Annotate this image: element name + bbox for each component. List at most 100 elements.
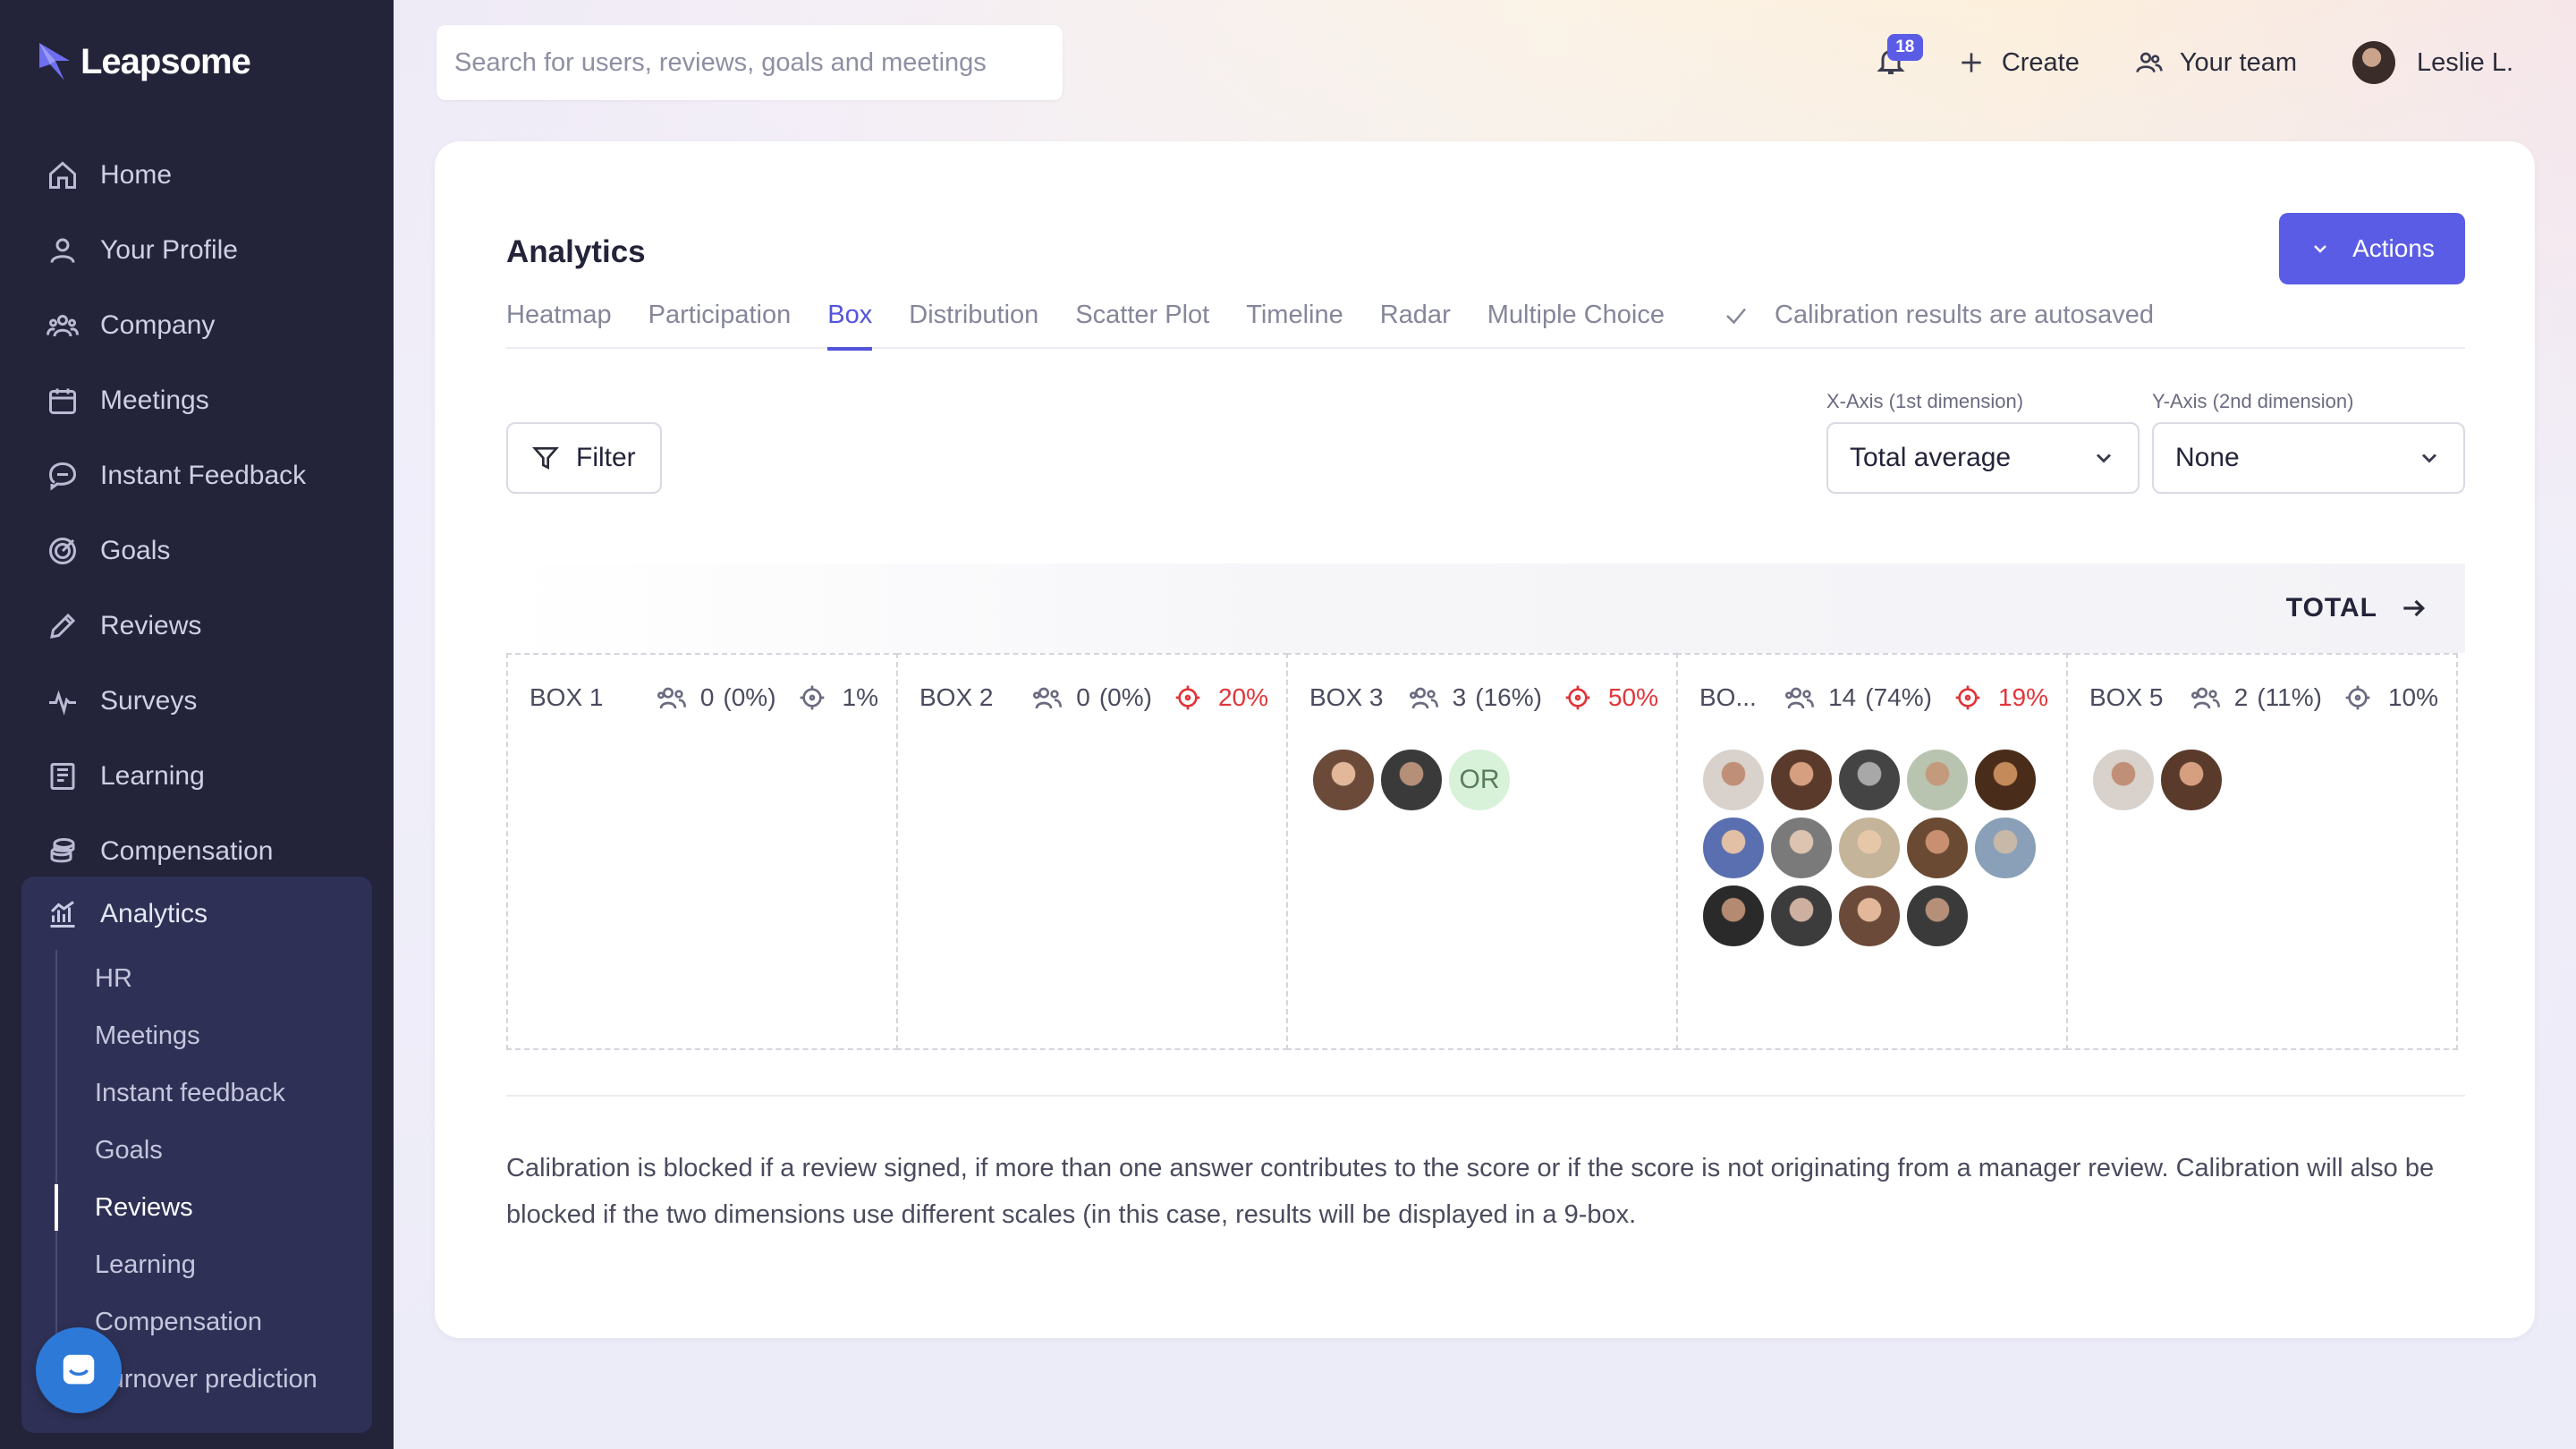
target-icon <box>1955 685 1980 710</box>
create-label: Create <box>2001 47 2080 77</box>
box-header: BOX 5 2 (11%) 10% <box>2089 683 2438 712</box>
avatar[interactable] <box>1769 748 1834 812</box>
avatar[interactable] <box>1701 884 1766 948</box>
box-name: BO... <box>1699 683 1757 711</box>
avatar[interactable] <box>1701 748 1766 812</box>
box-target: 1% <box>842 683 878 711</box>
sidebar-item-instant-feedback[interactable]: Instant Feedback <box>0 438 394 513</box>
sidebar-item-reviews[interactable]: Reviews <box>0 589 394 664</box>
tab-distribution[interactable]: Distribution <box>909 301 1038 349</box>
analytics-tabs: Heatmap Participation Box Distribution S… <box>506 301 2465 351</box>
sidebar-item-home[interactable]: Home <box>0 138 394 213</box>
calendar-icon <box>49 388 76 414</box>
sidebar-item-your-profile[interactable]: Your Profile <box>0 213 394 288</box>
sidebar-item-goals[interactable]: Goals <box>0 513 394 589</box>
bar-chart-icon <box>50 901 75 928</box>
search-input[interactable]: Search for users, reviews, goals and mee… <box>436 25 1063 100</box>
analytics-card: Analytics Actions Heatmap Participation … <box>435 141 2535 1338</box>
box-target: 50% <box>1607 683 1658 711</box>
your-team-label: Your team <box>2179 47 2297 77</box>
people-icon <box>2190 687 2220 709</box>
sidebar-item-analytics[interactable]: Analytics <box>21 877 372 952</box>
avatar[interactable] <box>1311 748 1376 812</box>
chevron-down-icon <box>2421 453 2437 463</box>
sidebar: Leapsome Home Your Profile Company Meeti… <box>0 0 394 1449</box>
support-chat-button[interactable] <box>36 1327 122 1413</box>
subnav-item-meetings[interactable]: Meetings <box>57 1007 360 1064</box>
calibration-box[interactable]: BO... 14 (74%) 19% <box>1676 653 2068 1050</box>
sidebar-item-label: Meetings <box>100 386 209 415</box>
subnav-item-hr[interactable]: HR <box>57 950 360 1007</box>
box-target: 19% <box>1997 683 2048 711</box>
leapsome-logo-icon <box>39 43 70 80</box>
sidebar-item-label: Learning <box>100 761 205 791</box>
avatar[interactable] <box>2091 748 2156 812</box>
your-team-button[interactable]: Your team <box>2135 48 2297 78</box>
logo[interactable]: Leapsome <box>38 41 251 82</box>
people-icon <box>657 687 686 709</box>
subnav-item-learning[interactable]: Learning <box>57 1236 360 1293</box>
avatar[interactable] <box>1905 748 1970 812</box>
avatar[interactable] <box>1905 816 1970 880</box>
tab-radar[interactable]: Radar <box>1380 301 1451 349</box>
y-axis-select[interactable]: None <box>2152 422 2465 494</box>
chevron-down-icon <box>2096 453 2112 463</box>
avatar[interactable] <box>1837 884 1902 948</box>
calibration-box[interactable]: BOX 2 0 (0%) 20% <box>896 653 1288 1050</box>
plus-icon <box>1962 53 1981 72</box>
avatar[interactable] <box>1973 748 2038 812</box>
pencil-icon <box>50 613 76 639</box>
calibration-box[interactable]: BOX 5 2 (11%) 10% <box>2066 653 2458 1050</box>
people-icon <box>1409 687 1438 709</box>
filter-button[interactable]: Filter <box>506 422 662 494</box>
subnav-item-instant-feedback[interactable]: Instant feedback <box>57 1064 360 1122</box>
avatar[interactable] <box>1837 748 1902 812</box>
tab-participation[interactable]: Participation <box>648 301 792 349</box>
team-icon <box>2136 52 2163 73</box>
target-icon <box>2345 685 2370 710</box>
box-name: BOX 2 <box>919 683 994 711</box>
tab-heatmap[interactable]: Heatmap <box>506 301 612 349</box>
calibration-box[interactable]: BOX 1 0 (0%) 1% <box>506 653 898 1050</box>
avatar[interactable] <box>1905 884 1970 948</box>
total-header[interactable]: TOTAL <box>506 564 2465 653</box>
tab-box[interactable]: Box <box>827 301 872 351</box>
box-share: (74%) <box>1865 683 1932 711</box>
tab-timeline[interactable]: Timeline <box>1246 301 1343 349</box>
avatar[interactable] <box>1379 748 1444 812</box>
avatar-initials[interactable]: OR <box>1447 748 1512 812</box>
avatar[interactable] <box>1769 884 1834 948</box>
notifications-button[interactable]: 18 <box>1875 34 1923 80</box>
box-header: BO... 14 (74%) 19% <box>1699 683 2048 712</box>
avatar[interactable] <box>1769 816 1834 880</box>
box-share: (0%) <box>723 683 776 711</box>
people-icon <box>1033 687 1063 709</box>
avatar[interactable] <box>1973 816 2038 880</box>
box-share: (11%) <box>2257 683 2322 711</box>
avatar[interactable] <box>1837 816 1902 880</box>
box-avatars <box>1701 748 2059 948</box>
target-icon <box>800 685 824 710</box>
user-menu[interactable]: Leslie L. <box>2351 41 2513 84</box>
sidebar-item-meetings[interactable]: Meetings <box>0 363 394 438</box>
sidebar-item-label: Reviews <box>100 611 202 640</box>
calibration-box[interactable]: BOX 3 3 (16%) 50% OR <box>1286 653 1678 1050</box>
sidebar-item-learning[interactable]: Learning <box>0 739 394 814</box>
actions-label: Actions <box>2352 234 2435 262</box>
avatar[interactable] <box>2159 748 2224 812</box>
actions-button[interactable]: Actions <box>2279 213 2465 284</box>
sidebar-item-surveys[interactable]: Surveys <box>0 664 394 739</box>
tab-multiple-choice[interactable]: Multiple Choice <box>1487 301 1665 349</box>
avatar[interactable] <box>1701 816 1766 880</box>
box-share: (16%) <box>1475 683 1542 711</box>
calibration-note: Calibration is blocked if a review signe… <box>506 1154 2435 1229</box>
subnav-item-goals[interactable]: Goals <box>57 1122 360 1179</box>
x-axis-select[interactable]: Total average <box>1826 422 2140 494</box>
chevron-down-icon <box>2314 245 2326 253</box>
logo-text: Leapsome <box>80 41 251 81</box>
user-icon <box>50 238 75 263</box>
create-button[interactable]: Create <box>1957 48 2080 78</box>
tab-scatter-plot[interactable]: Scatter Plot <box>1075 301 1209 349</box>
sidebar-item-company[interactable]: Company <box>0 288 394 363</box>
subnav-item-reviews[interactable]: Reviews <box>55 1179 360 1236</box>
